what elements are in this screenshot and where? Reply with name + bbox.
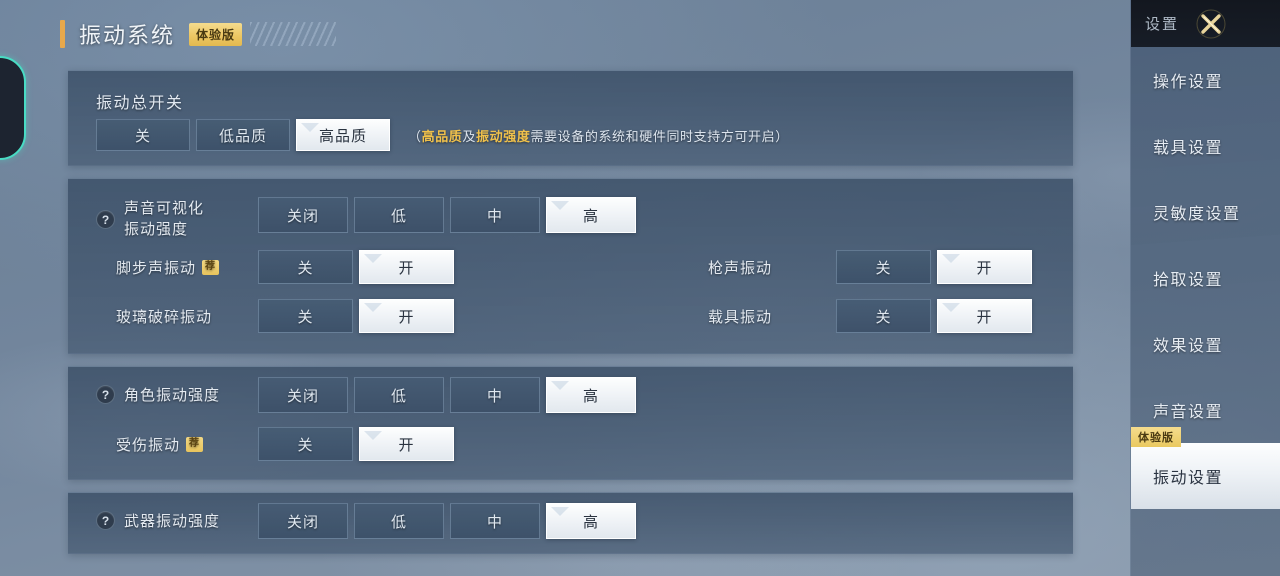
sound-intensity-option-high[interactable]: 高 [546,197,636,233]
left-edge-tab[interactable] [0,56,26,160]
glass-break-option-on[interactable]: 开 [359,299,454,333]
character-vibration-panel: ? 角色振动强度 关闭 低 中 高 受伤振动 荐 关 开 [68,366,1073,480]
help-icon-weapon-intensity[interactable]: ? [96,511,115,530]
sound-intensity-label: 声音可视化 振动强度 [124,199,204,240]
sound-intensity-option-low[interactable]: 低 [354,197,444,233]
sidebar-item-controls[interactable]: 操作设置 [1131,47,1280,113]
footstep-recommended-badge: 荐 [202,260,220,275]
master-option-off[interactable]: 关 [96,119,190,151]
gunshot-option-on[interactable]: 开 [937,250,1032,284]
glass-break-option-off[interactable]: 关 [258,299,353,333]
hint-rest-text: 需要设备的系统和硬件同时支持方可开启） [530,129,789,144]
sidebar-item-label: 拾取设置 [1153,272,1224,289]
character-intensity-segmented[interactable]: 关闭 低 中 高 [258,377,636,413]
hint-open-paren: （ [408,129,422,144]
sidebar-item-label: 载具设置 [1153,140,1224,157]
footstep-option-off[interactable]: 关 [258,250,353,284]
sound-intensity-segmented[interactable]: 关闭 低 中 高 [258,197,636,233]
vehicle-option-off[interactable]: 关 [836,299,931,333]
page-header: 振动系统 体验版 [60,14,337,54]
weapon-intensity-option-mid[interactable]: 中 [450,503,540,539]
sidebar-item-vehicle[interactable]: 载具设置 [1131,113,1280,179]
sidebar-item-label: 效果设置 [1153,338,1224,355]
gunshot-vibration-toggle[interactable]: 关 开 [836,250,1032,284]
master-option-high[interactable]: 高品质 [296,119,390,151]
header-accent-bar [60,20,65,48]
weapon-intensity-option-low[interactable]: 低 [354,503,444,539]
character-intensity-option-high[interactable]: 高 [546,377,636,413]
injury-recommended-badge: 荐 [186,437,204,452]
gunshot-vibration-label: 枪声振动 [708,260,773,277]
page-title: 振动系统 [79,23,176,48]
footstep-option-on[interactable]: 开 [359,250,454,284]
hint-highlight-quality: 高品质 [421,129,463,144]
close-x-icon[interactable] [1189,2,1233,46]
vehicle-option-on[interactable]: 开 [937,299,1032,333]
weapon-vibration-panel: ? 武器振动强度 关闭 低 中 高 [68,492,1073,554]
glass-break-vibration-toggle[interactable]: 关 开 [258,299,454,333]
character-intensity-option-low[interactable]: 低 [354,377,444,413]
sidebar-item-vibration[interactable]: 体验版 振动设置 [1131,427,1280,509]
header-hatch-decoration [250,22,337,46]
injury-option-on[interactable]: 开 [359,427,454,461]
sidebar-item-pickup[interactable]: 拾取设置 [1131,245,1280,311]
weapon-intensity-segmented[interactable]: 关闭 低 中 高 [258,503,636,539]
weapon-intensity-option-high[interactable]: 高 [546,503,636,539]
gunshot-option-off[interactable]: 关 [836,250,931,284]
injury-vibration-label: 受伤振动 荐 [116,434,204,455]
help-icon-sound-intensity[interactable]: ? [96,210,115,230]
master-switch-panel: 振动总开关 关 低品质 高品质 （高品质及振动强度需要设备的系统和硬件同时支持方… [68,70,1073,166]
hint-conjunction: 及 [462,129,477,144]
sound-intensity-option-off[interactable]: 关闭 [258,197,348,233]
master-switch-hint: （高品质及振动强度需要设备的系统和硬件同时支持方可开启） [408,126,789,145]
footstep-vibration-label: 脚步声振动 荐 [116,257,220,278]
help-icon-character-intensity[interactable]: ? [96,385,115,404]
sidebar-item-effects[interactable]: 效果设置 [1131,311,1280,377]
sidebar-item-label: 振动设置 [1153,470,1224,487]
hint-highlight-intensity: 振动强度 [476,129,531,144]
sound-intensity-label-line2: 振动强度 [124,220,189,238]
sound-intensity-label-line1: 声音可视化 [124,200,205,217]
footstep-vibration-toggle[interactable]: 关 开 [258,250,454,284]
master-option-low[interactable]: 低品质 [196,119,290,151]
injury-vibration-label-text: 受伤振动 [116,437,181,454]
footstep-vibration-label-text: 脚步声振动 [116,260,197,277]
settings-sidebar: 设置 操作设置 载具设置 灵敏度设置 拾取设置 效果设置 声音设置 体验版 振动… [1130,0,1280,576]
sidebar-item-label: 声音设置 [1153,404,1224,421]
master-switch-segmented[interactable]: 关 低品质 高品质 [96,119,390,151]
sidebar-experimental-tag: 体验版 [1131,427,1181,447]
vehicle-vibration-toggle[interactable]: 关 开 [836,299,1032,333]
character-intensity-label: 角色振动强度 [124,387,221,404]
weapon-intensity-option-off[interactable]: 关闭 [258,503,348,539]
master-switch-heading: 振动总开关 [96,95,184,112]
sidebar-title: 设置 [1145,16,1180,33]
vehicle-vibration-label: 载具振动 [708,309,773,326]
sidebar-item-label: 灵敏度设置 [1153,206,1241,223]
injury-option-off[interactable]: 关 [258,427,353,461]
injury-vibration-toggle[interactable]: 关 开 [258,427,454,461]
character-intensity-option-mid[interactable]: 中 [450,377,540,413]
sound-intensity-option-mid[interactable]: 中 [450,197,540,233]
glass-break-vibration-label: 玻璃破碎振动 [116,309,213,326]
character-intensity-option-off[interactable]: 关闭 [258,377,348,413]
sidebar-item-label: 操作设置 [1153,74,1224,91]
sidebar-item-sensitivity[interactable]: 灵敏度设置 [1131,179,1280,245]
sound-vibration-panel: ? 声音可视化 振动强度 关闭 低 中 高 脚步声振动 荐 关 开 枪声振动 关 [68,178,1073,354]
weapon-intensity-label: 武器振动强度 [124,513,221,530]
header-experimental-badge: 体验版 [189,22,243,46]
sidebar-header: 设置 [1131,0,1280,47]
